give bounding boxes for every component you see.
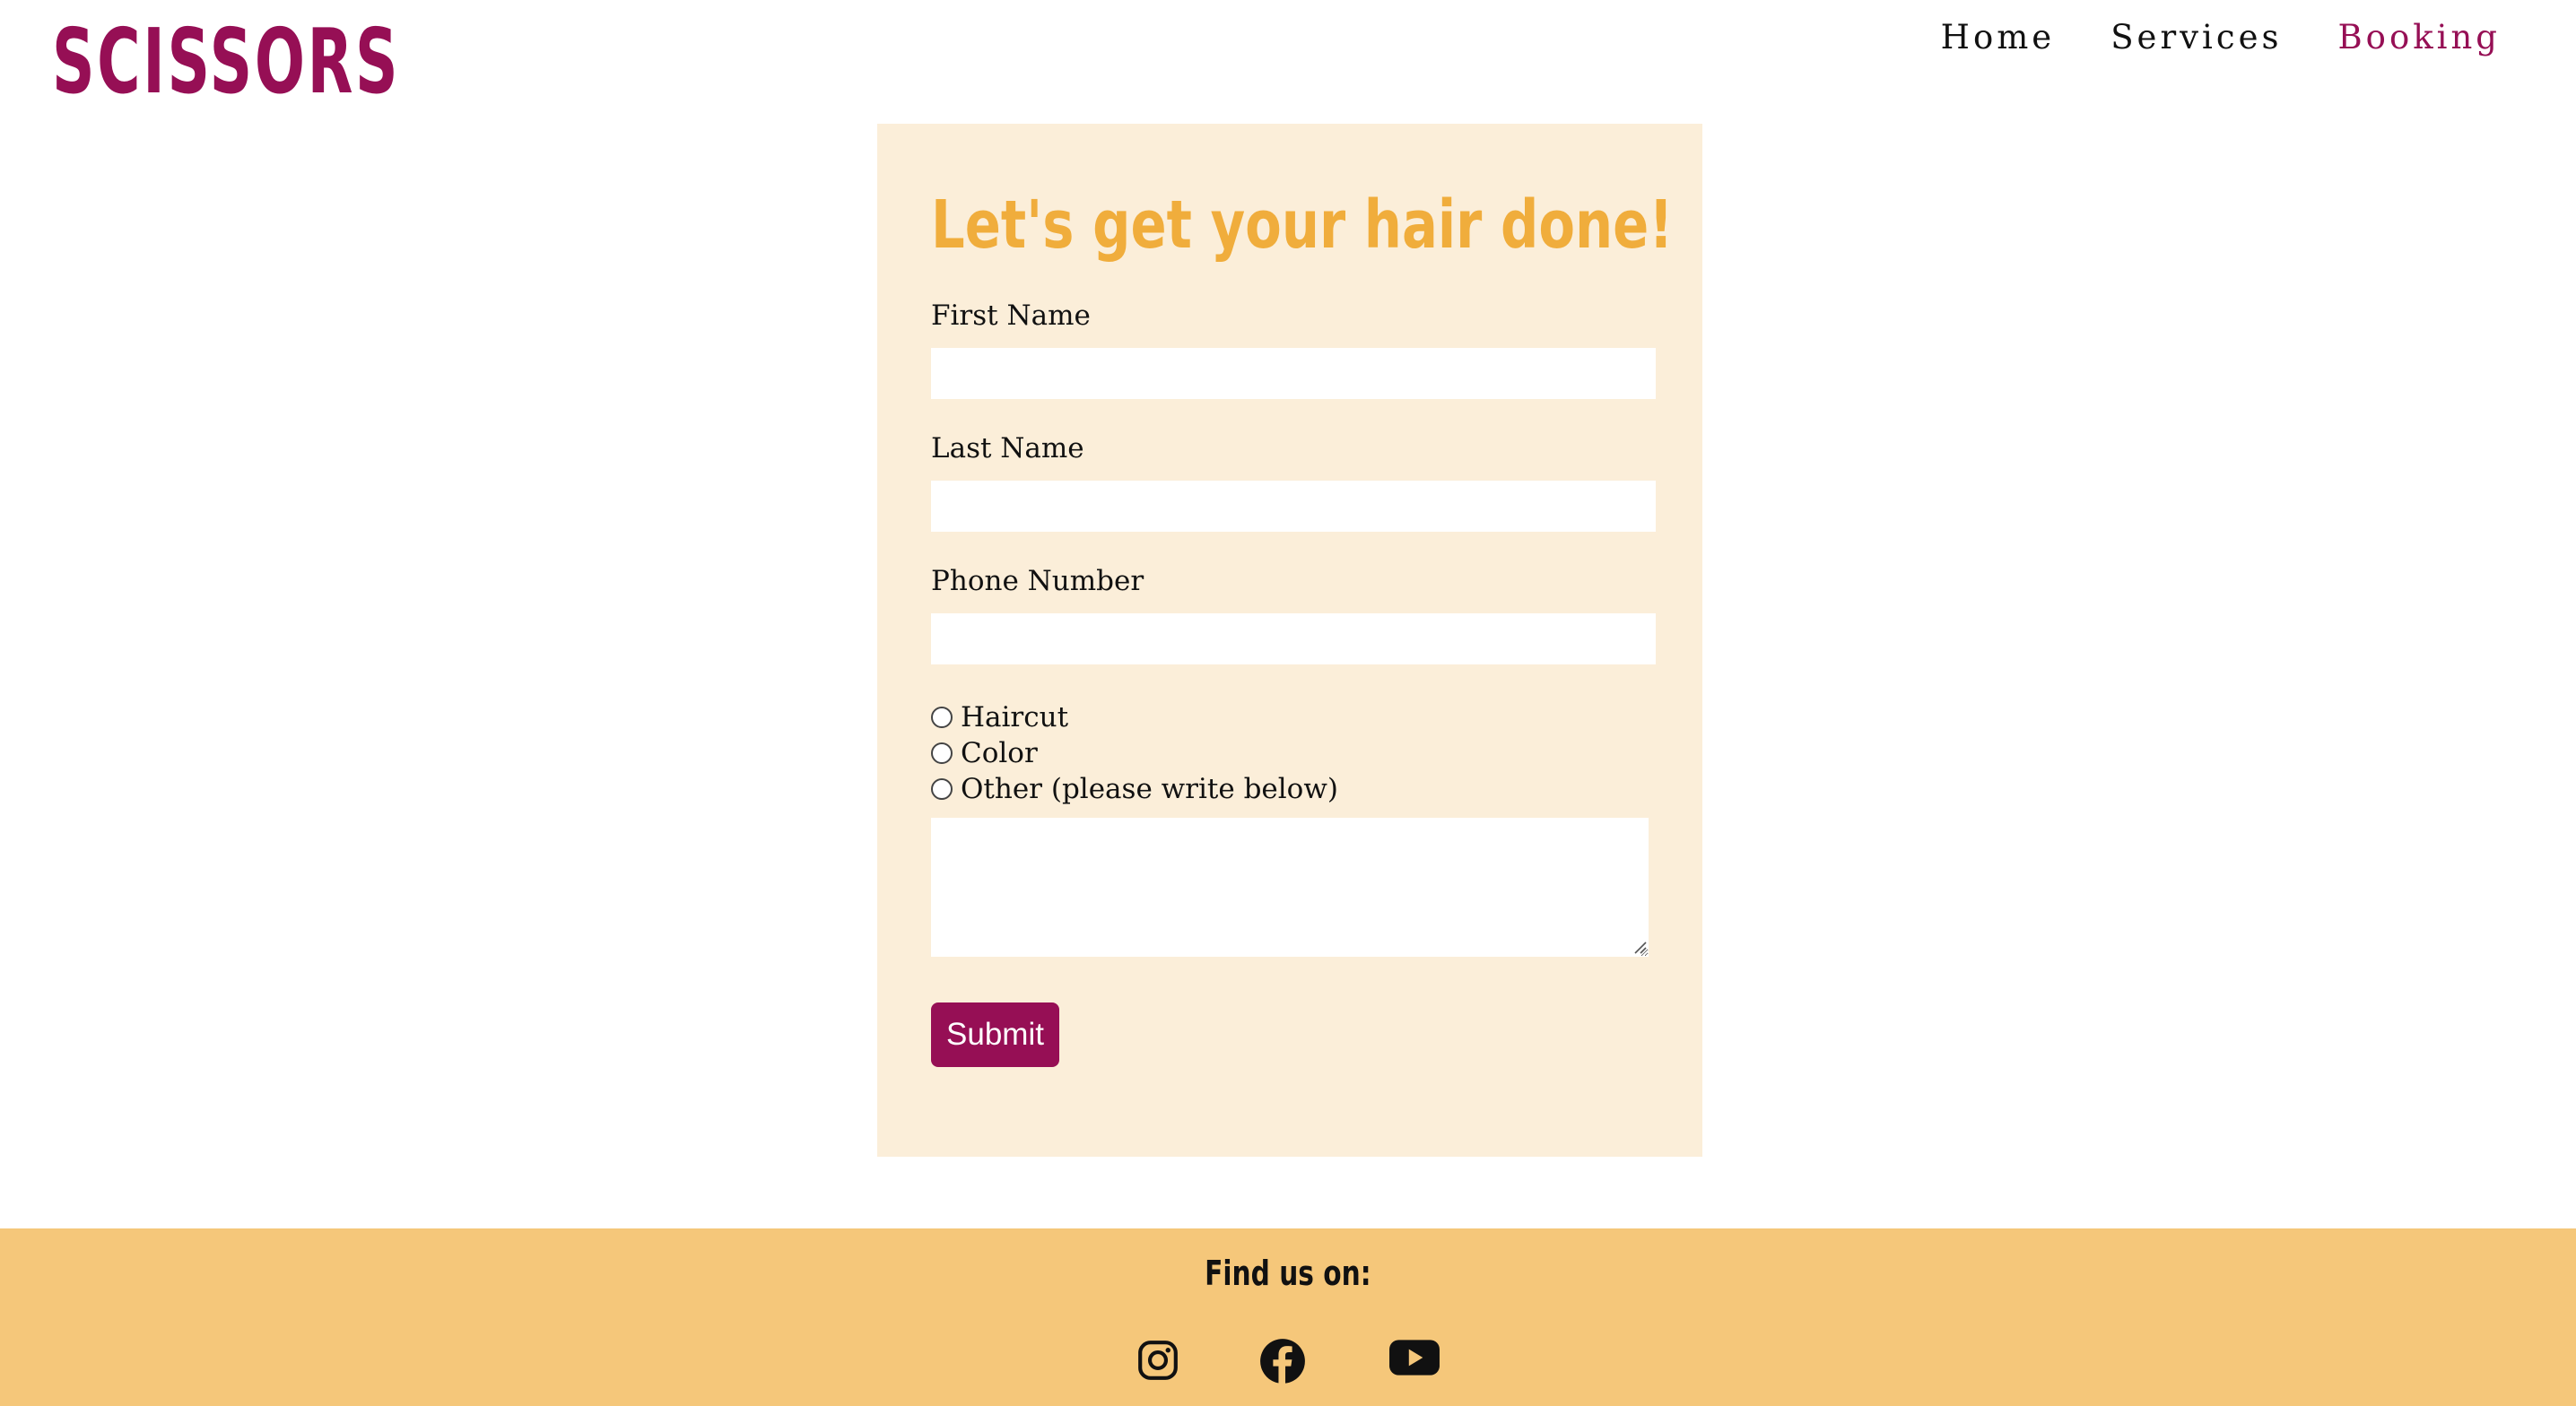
main-nav: Home Services Booking: [1941, 18, 2501, 56]
radio-haircut[interactable]: Haircut: [931, 701, 1068, 733]
nav-home[interactable]: Home: [1941, 18, 2056, 56]
color-radio-button[interactable]: [931, 742, 953, 764]
site-logo[interactable]: SCISSORS: [52, 13, 400, 111]
haircut-radio-label: Haircut: [961, 701, 1069, 733]
footer: Find us on:: [0, 1228, 2576, 1406]
first-name-input[interactable]: [931, 348, 1656, 399]
first-name-label: First Name: [931, 299, 1091, 332]
phone-input[interactable]: [931, 613, 1656, 664]
footer-title-text: Find us on:: [1205, 1254, 1371, 1293]
footer-title: Find us on:: [0, 1254, 2576, 1293]
nav-booking[interactable]: Booking: [2337, 18, 2501, 56]
last-name-label: Last Name: [931, 432, 1084, 464]
youtube-icon[interactable]: [1388, 1338, 1440, 1377]
other-radio-label: Other (please write below): [961, 773, 1338, 805]
other-radio-button[interactable]: [931, 778, 953, 800]
nav-services[interactable]: Services: [2110, 18, 2282, 56]
booking-form: Let's get your hair done! First Name Las…: [877, 124, 1702, 1157]
color-radio-label: Color: [961, 737, 1038, 769]
phone-label: Phone Number: [931, 565, 1144, 597]
last-name-input[interactable]: [931, 481, 1656, 532]
submit-button[interactable]: Submit: [931, 1002, 1059, 1067]
instagram-icon[interactable]: [1136, 1338, 1180, 1383]
facebook-icon[interactable]: [1259, 1338, 1306, 1384]
haircut-radio-button[interactable]: [931, 707, 953, 728]
radio-color[interactable]: Color: [931, 737, 1038, 769]
other-notes-textarea[interactable]: [931, 818, 1649, 957]
form-heading: Let's get your hair done!: [931, 187, 1674, 264]
radio-other[interactable]: Other (please write below): [931, 773, 1338, 805]
